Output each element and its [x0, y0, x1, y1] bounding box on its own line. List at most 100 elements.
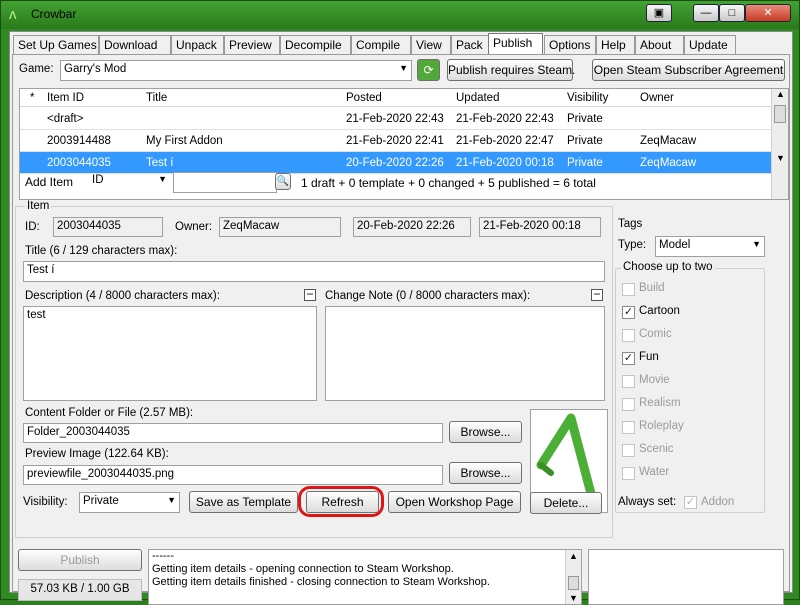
- game-value: Garry's Mod: [64, 63, 127, 75]
- filter-field-select[interactable]: ID ▼: [89, 172, 170, 193]
- scroll-down-icon[interactable]: ▼: [776, 153, 785, 163]
- browse-preview-button[interactable]: Browse...: [449, 462, 522, 484]
- log-line: ------: [152, 550, 174, 562]
- visibility-select[interactable]: Private ▼: [79, 492, 180, 513]
- open-workshop-page-button[interactable]: Open Workshop Page: [388, 491, 521, 513]
- collapse-description-icon[interactable]: −: [304, 288, 316, 301]
- row-title: Test í: [146, 157, 174, 169]
- details-box[interactable]: [588, 549, 784, 605]
- tag-movie-label: Movie: [639, 374, 670, 386]
- crowbar-app-icon: ᴧ: [9, 6, 17, 23]
- type-value: Model: [659, 239, 691, 251]
- tab-help[interactable]: Help: [596, 35, 635, 54]
- posted-date-field[interactable]: 20-Feb-2020 22:26: [353, 217, 471, 237]
- tab-decompile[interactable]: Decompile: [280, 35, 351, 54]
- log-scrollbar[interactable]: ▲ ▼: [565, 550, 581, 604]
- title-field[interactable]: Test í: [23, 261, 605, 282]
- row-visibility: Private: [567, 157, 603, 169]
- search-icon[interactable]: 🔍: [275, 173, 291, 190]
- tag-build-checkbox[interactable]: [622, 283, 635, 296]
- scroll-up-icon[interactable]: ▲: [776, 89, 785, 99]
- title-bar[interactable]: ᴧ Crowbar ▣ — □ ✕: [1, 1, 799, 29]
- updated-date-field[interactable]: 21-Feb-2020 00:18: [479, 217, 601, 237]
- tag-fun-checkbox[interactable]: ✓: [622, 352, 635, 365]
- tag-comic-checkbox[interactable]: [622, 329, 635, 342]
- row-owner: [636, 108, 772, 130]
- row-posted: 21-Feb-2020 22:43: [346, 113, 444, 125]
- tag-realism-checkbox[interactable]: [622, 398, 635, 411]
- scroll-thumb[interactable]: [568, 576, 579, 590]
- owner-field[interactable]: ZeqMacaw: [219, 217, 341, 237]
- tab-pack[interactable]: Pack: [451, 35, 492, 54]
- row-updated: 21-Feb-2020 22:43: [456, 113, 554, 125]
- steam-status-button[interactable]: Publish requires Steam.: [447, 59, 575, 81]
- scroll-up-icon[interactable]: ▲: [569, 550, 578, 563]
- tab-preview[interactable]: Preview: [224, 35, 280, 54]
- game-select[interactable]: Garry's Mod ▼: [60, 60, 412, 81]
- delete-button[interactable]: Delete...: [530, 492, 602, 514]
- refresh-game-button[interactable]: ⟳: [417, 59, 440, 81]
- publish-panel: Game: Garry's Mod ▼ ⟳ Publish requires S…: [12, 54, 790, 605]
- tab-download[interactable]: Download: [99, 35, 171, 54]
- description-field[interactable]: test: [23, 306, 317, 401]
- tag-scenic-label: Scenic: [639, 443, 674, 455]
- tag-water-checkbox[interactable]: [622, 467, 635, 480]
- log-output[interactable]: ------ Getting item details - opening co…: [148, 549, 582, 605]
- visibility-label: Visibility:: [23, 496, 68, 508]
- chevron-down-icon: ▼: [752, 239, 761, 249]
- browse-content-button[interactable]: Browse...: [449, 421, 522, 443]
- tags-label: Tags: [618, 218, 643, 230]
- storage-quota-bar: 57.03 KB / 1.00 GB: [18, 579, 142, 601]
- chevron-down-icon: ▼: [167, 495, 176, 505]
- tab-update[interactable]: Update: [684, 35, 736, 54]
- content-folder-field[interactable]: Folder_2003044035: [23, 423, 443, 443]
- filter-search-input[interactable]: [173, 172, 277, 193]
- tag-build-label: Build: [639, 282, 665, 294]
- crowbar-window: ᴧ Crowbar ▣ — □ ✕ Set Up Games Download …: [0, 0, 800, 605]
- table-row-selected[interactable]: 2003044035 Test í 20-Feb-2020 22:26 21-F…: [20, 152, 772, 174]
- tag-comic-label: Comic: [639, 328, 672, 340]
- id-field[interactable]: 2003044035: [53, 217, 163, 237]
- open-agreement-button[interactable]: Open Steam Subscriber Agreement: [592, 59, 785, 81]
- tag-roleplay-label: Roleplay: [639, 420, 684, 432]
- row-title: [142, 108, 342, 130]
- table-row[interactable]: <draft> 21-Feb-2020 22:43 21-Feb-2020 22…: [20, 108, 772, 130]
- table-scrollbar[interactable]: ▲ ▼: [771, 89, 788, 199]
- preview-image-field[interactable]: previewfile_2003044035.png: [23, 465, 443, 485]
- save-as-template-button[interactable]: Save as Template: [189, 491, 298, 513]
- storage-text: 57.03 KB / 1.00 GB: [30, 583, 130, 595]
- preview-image-label: Preview Image (122.64 KB):: [25, 448, 169, 460]
- change-note-field[interactable]: [325, 306, 605, 401]
- tab-publish[interactable]: Publish: [488, 33, 543, 55]
- restore-icon[interactable]: ▣: [646, 4, 672, 22]
- add-item-button[interactable]: Add Item: [25, 175, 73, 189]
- publish-button[interactable]: Publish: [18, 549, 142, 571]
- tab-about[interactable]: About: [635, 35, 684, 54]
- scroll-down-icon[interactable]: ▼: [569, 592, 578, 605]
- tag-roleplay-checkbox[interactable]: [622, 421, 635, 434]
- row-visibility: Private: [567, 135, 603, 147]
- tab-set-up-games[interactable]: Set Up Games: [13, 35, 99, 54]
- addon-checkbox[interactable]: ✓: [684, 496, 697, 509]
- window-title: Crowbar: [31, 7, 77, 21]
- type-label: Type:: [618, 239, 647, 251]
- tag-scenic-checkbox[interactable]: [622, 444, 635, 457]
- tag-realism-label: Realism: [639, 397, 681, 409]
- minimize-button[interactable]: —: [693, 4, 719, 22]
- type-select[interactable]: Model ▼: [655, 236, 765, 257]
- close-button[interactable]: ✕: [745, 4, 791, 22]
- tab-compile[interactable]: Compile: [351, 35, 411, 54]
- tab-view[interactable]: View: [411, 35, 451, 54]
- tab-options[interactable]: Options: [544, 35, 596, 54]
- row-posted: 20-Feb-2020 22:26: [346, 157, 444, 169]
- scroll-thumb[interactable]: [774, 105, 786, 123]
- maximize-button[interactable]: □: [719, 4, 745, 22]
- row-updated: 21-Feb-2020 22:47: [456, 135, 554, 147]
- tab-unpack[interactable]: Unpack: [171, 35, 224, 54]
- table-row[interactable]: 2003914488 My First Addon 21-Feb-2020 22…: [20, 130, 772, 152]
- tag-choices-groupbox: [615, 268, 765, 513]
- tag-cartoon-checkbox[interactable]: ✓: [622, 306, 635, 319]
- tag-movie-checkbox[interactable]: [622, 375, 635, 388]
- collapse-change-note-icon[interactable]: −: [591, 288, 603, 301]
- row-item-id: 2003044035: [47, 157, 111, 169]
